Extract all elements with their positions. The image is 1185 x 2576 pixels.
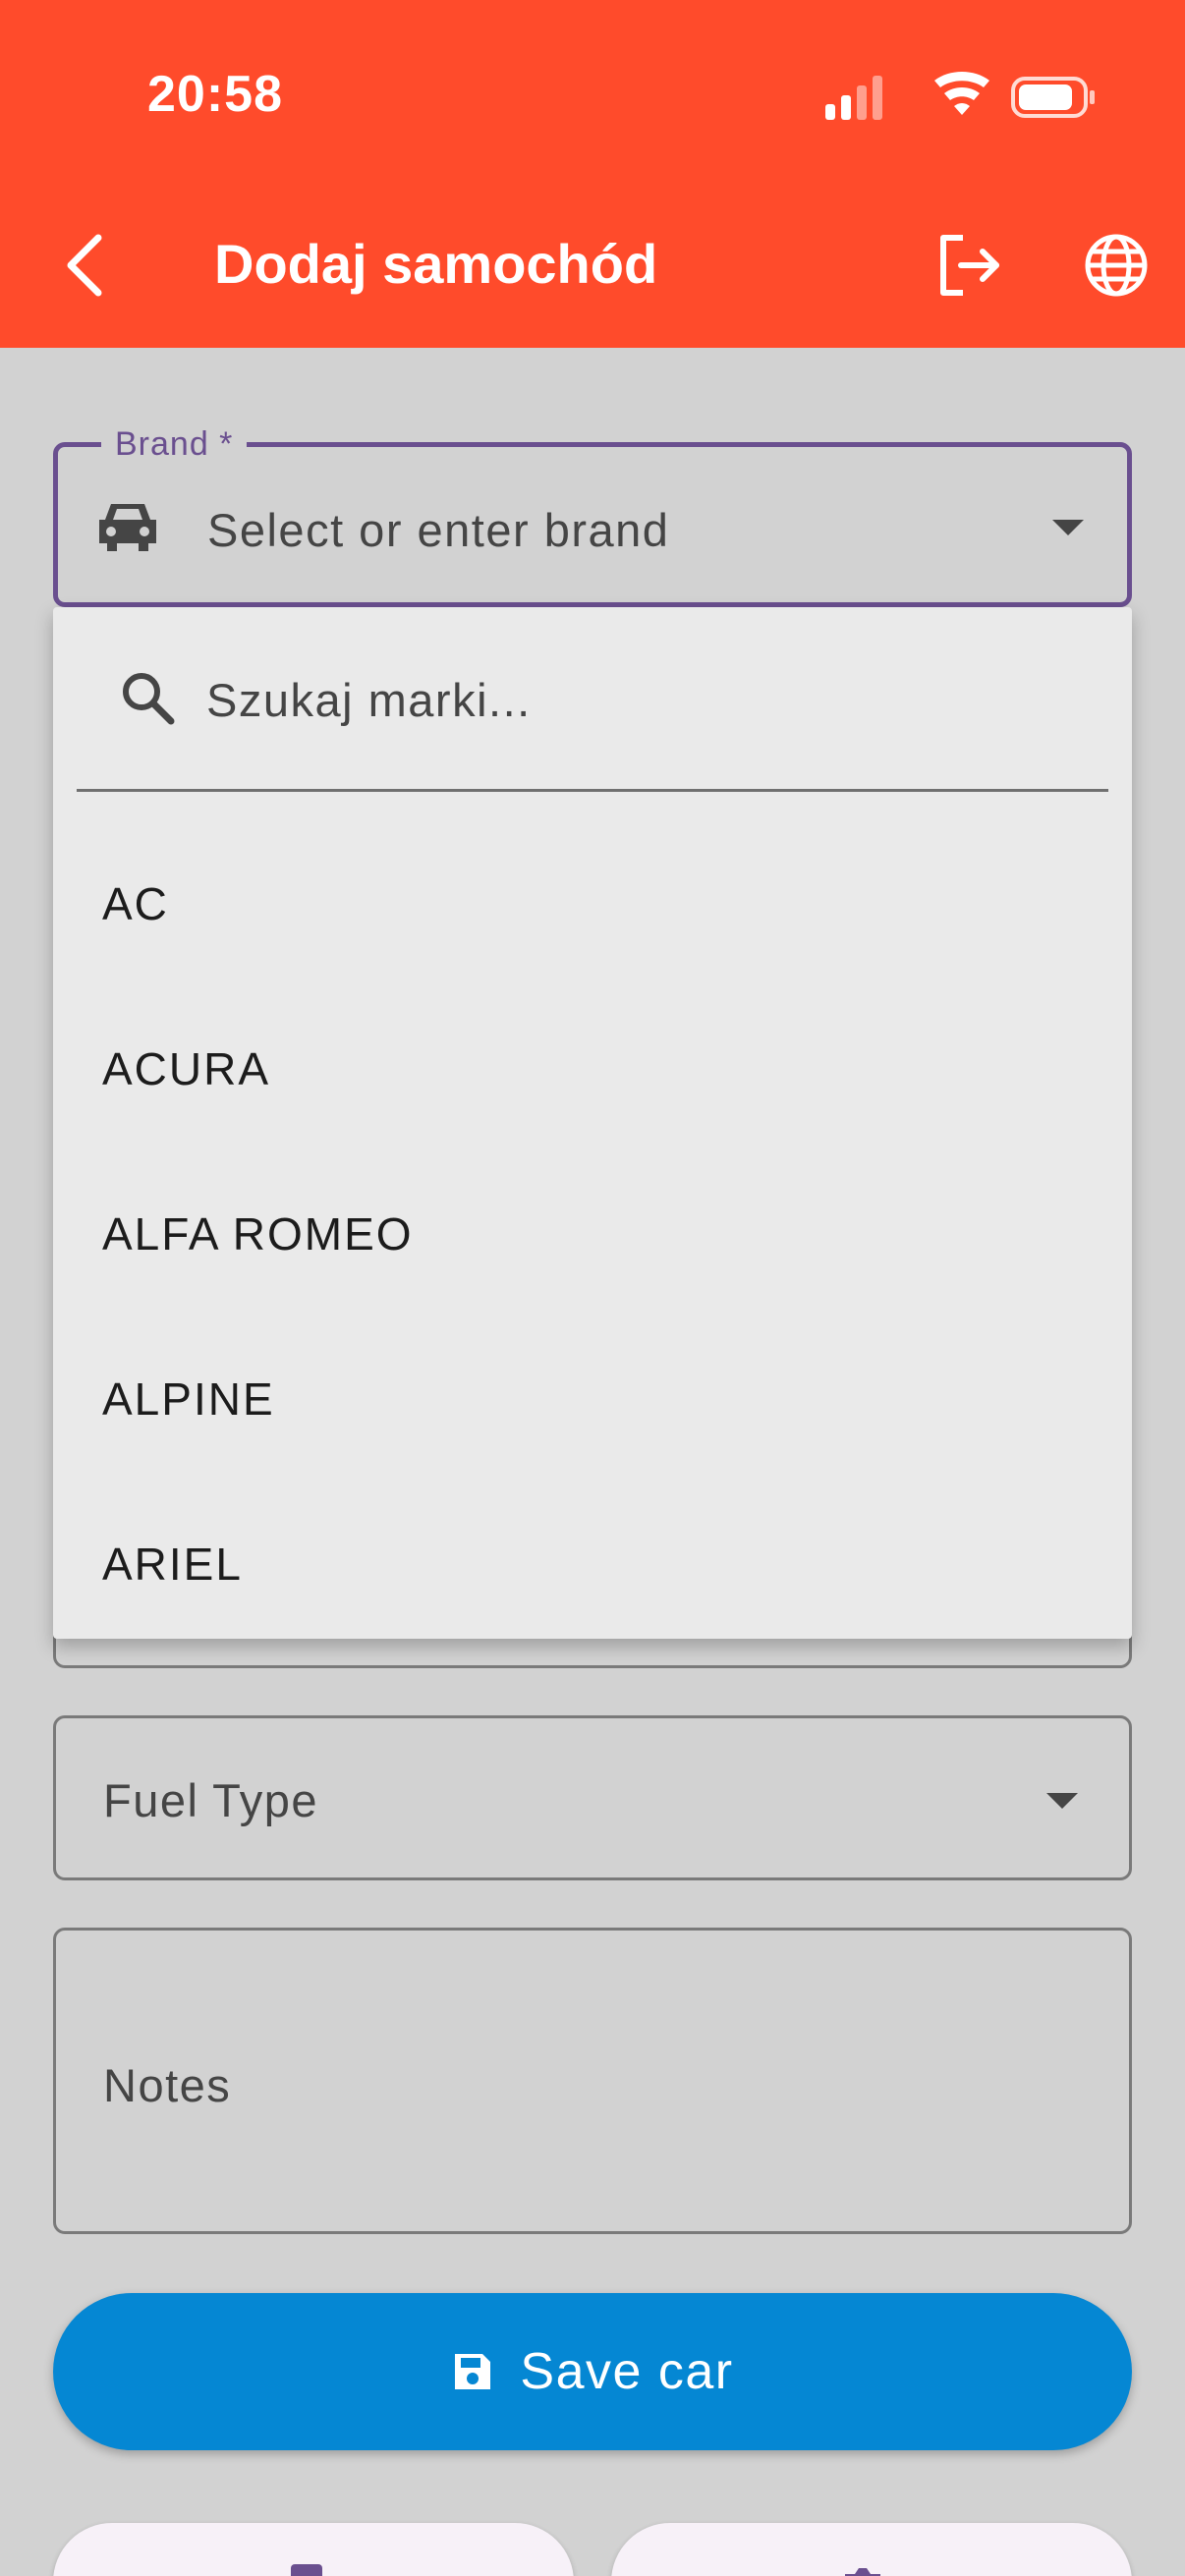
brand-option[interactable]: ALFA ROMEO [53, 1151, 1132, 1316]
gallery-icon [291, 2564, 322, 2576]
fuel-type-field[interactable]: Fuel Type [53, 1715, 1132, 1880]
page-title: Dodaj samochód [214, 233, 658, 295]
brand-option[interactable]: ARIEL [53, 1482, 1132, 1647]
globe-icon[interactable] [1079, 228, 1154, 303]
brand-option[interactable]: ACURA [53, 986, 1132, 1151]
brand-option[interactable]: ALPINE [53, 1316, 1132, 1482]
status-time: 20:58 [147, 66, 283, 123]
camera-icon [845, 2568, 880, 2576]
brand-search-input[interactable] [206, 670, 1051, 729]
brand-dropdown: AC ACURA ALFA ROMEO ALPINE ARIEL [53, 607, 1132, 1639]
back-icon[interactable] [57, 226, 116, 305]
brand-label-wrap: Brand * [101, 425, 248, 464]
dropdown-caret-icon[interactable] [1050, 518, 1086, 537]
status-icons [825, 72, 1095, 120]
save-car-label: Save car [520, 2343, 734, 2400]
save-car-button[interactable]: Save car [53, 2293, 1132, 2450]
brand-field[interactable]: Brand * Select or enter brand [53, 425, 1132, 607]
brand-placeholder: Select or enter brand [207, 504, 670, 556]
wifi-icon [934, 72, 989, 115]
gallery-button[interactable] [53, 2523, 574, 2576]
notes-label: Notes [103, 2059, 232, 2111]
signal-icon [825, 76, 882, 120]
fuel-type-label: Fuel Type [103, 1774, 319, 1826]
app-header: 20:58 Dodaj samochód [0, 0, 1185, 348]
notes-field[interactable]: Notes [53, 1928, 1132, 2234]
camera-button[interactable] [611, 2523, 1132, 2576]
brand-label: Brand * [115, 425, 234, 463]
dropdown-caret-icon[interactable] [1044, 1791, 1080, 1811]
search-icon [123, 673, 175, 725]
save-icon [455, 2354, 491, 2389]
logout-icon[interactable] [933, 228, 1008, 303]
battery-icon [1011, 77, 1095, 118]
brand-option[interactable]: AC [53, 821, 1132, 986]
car-icon [99, 504, 156, 551]
